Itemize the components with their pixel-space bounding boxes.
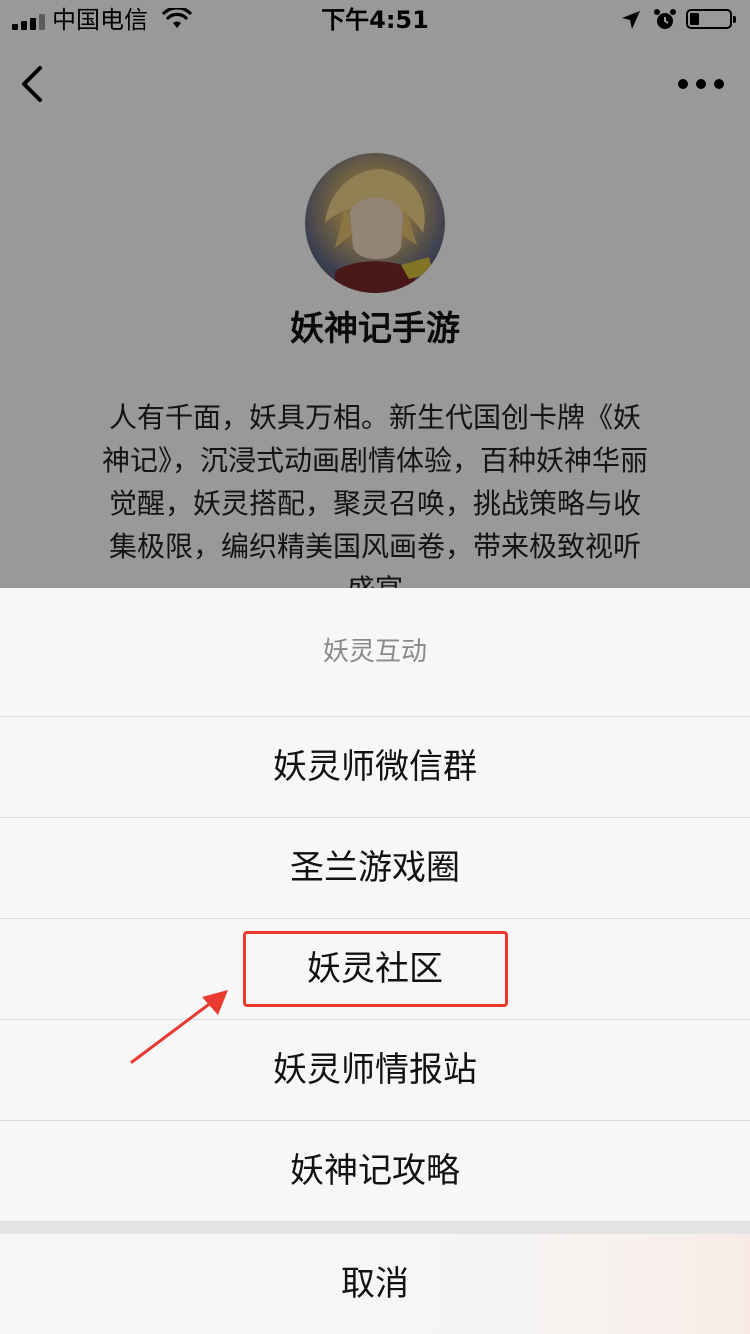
action-sheet-separator [0, 1222, 750, 1234]
action-sheet-item-guide[interactable]: 妖神记攻略 [0, 1121, 750, 1222]
action-sheet-title: 妖灵互动 [0, 588, 750, 717]
action-sheet-item-game-circle[interactable]: 圣兰游戏圈 [0, 818, 750, 919]
cancel-button[interactable]: 取消 [0, 1234, 750, 1334]
action-sheet-item-info-station[interactable]: 妖灵师情报站 [0, 1020, 750, 1121]
action-sheet-item-wechat-group[interactable]: 妖灵师微信群 [0, 717, 750, 818]
annotation-arrow-icon [130, 990, 228, 1064]
annotation-highlight-box [243, 931, 508, 1007]
